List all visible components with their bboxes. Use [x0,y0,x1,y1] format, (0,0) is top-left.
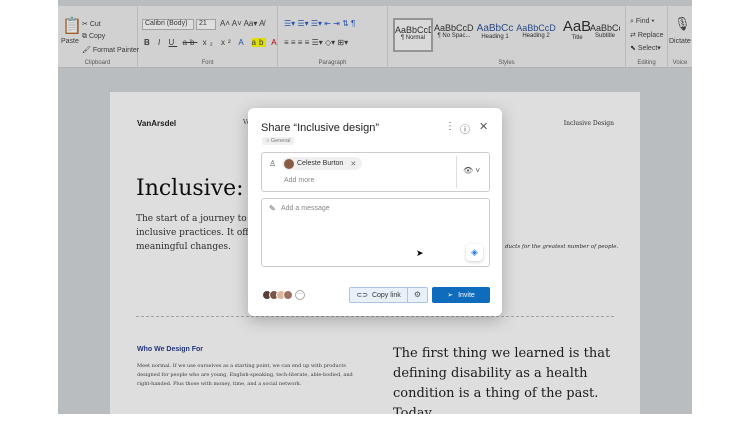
invite-label: Invite [458,292,475,299]
link-icon: ⊂⊃ [356,291,368,299]
sensitivity-label: General [271,138,291,144]
message-field[interactable]: ✎ Add a message ◈ [261,198,490,267]
recipient-chip[interactable]: Celeste Burton ✕ [282,157,362,170]
remove-recipient-icon[interactable]: ✕ [350,160,356,168]
recipient-name: Celeste Burton [297,160,343,167]
message-input[interactable]: Add a message [281,205,330,212]
person-icon: ♙ [269,159,276,168]
send-icon: ➢ [447,291,453,299]
dialog-title: Share “Inclusive design” [261,122,379,134]
copilot-icon[interactable]: ◈ [466,244,483,261]
link-settings-button[interactable]: ⚙ [407,287,428,303]
mouse-cursor-icon: ➤ [416,248,424,259]
sensitivity-badge[interactable]: ○ General [262,137,294,145]
help-icon[interactable]: ⓘ [460,121,470,136]
close-icon[interactable]: ✕ [479,120,488,133]
copy-link-button[interactable]: ⊂⊃ Copy link [349,287,408,303]
field-separator [456,156,457,188]
recipients-field[interactable]: ♙ Celeste Burton ✕ Add more 👁 ˅ [261,152,490,192]
copy-link-label: Copy link [372,292,401,299]
shared-with-avatars[interactable]: ··· [262,290,305,300]
word-window: 📋 Paste ✂ Cut ⧉ Copy 🖌 Format Painter Cl… [58,0,692,414]
more-options-icon[interactable]: ⋮ [445,121,455,132]
avatar [283,290,293,300]
invite-button[interactable]: ➢ Invite [432,287,490,303]
share-dialog: Share “Inclusive design” ○ General ⋮ ⓘ ✕… [248,108,502,316]
more-people-button[interactable]: ··· [295,290,305,300]
recipient-avatar [284,159,294,169]
permission-dropdown[interactable]: 👁 ˅ [463,166,480,175]
edit-icon: ✎ [269,204,276,213]
add-more-input[interactable]: Add more [284,177,314,184]
